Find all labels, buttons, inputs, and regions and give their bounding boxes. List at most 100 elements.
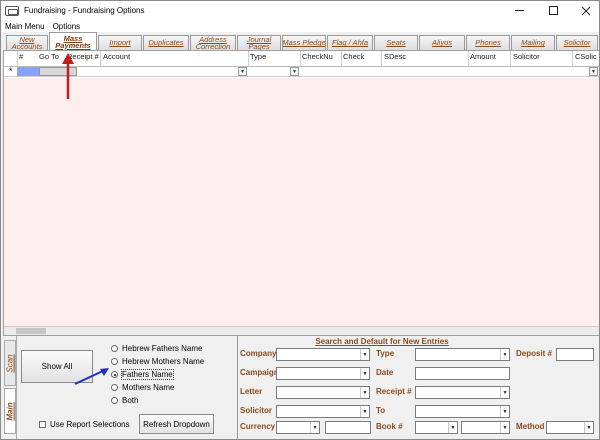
- defaults-panel: Search and Default for New Entries Compa…: [237, 336, 599, 439]
- solicitor-dropdown-arrow[interactable]: ▼: [589, 67, 598, 76]
- tab-main-label: Main: [5, 401, 15, 421]
- date-label: Date: [376, 368, 394, 377]
- close-button[interactable]: [573, 1, 599, 20]
- radio-hebrew-fathers-name[interactable]: Hebrew Fathers Name: [111, 344, 202, 353]
- tab-duplicates[interactable]: Duplicates: [143, 35, 189, 50]
- tab-scan[interactable]: Scan: [4, 340, 16, 386]
- chevron-down-icon: ▼: [360, 406, 369, 417]
- radio-hebrew-mothers-name[interactable]: Hebrew Mothers Name: [111, 357, 204, 366]
- scrollbar-thumb[interactable]: [16, 328, 46, 334]
- tab-address-correction[interactable]: Address Correction: [190, 35, 236, 50]
- type-combo[interactable]: ▼: [415, 348, 510, 361]
- annotation-arrow-red-icon: [62, 53, 74, 99]
- method-combo[interactable]: ▼: [546, 421, 594, 434]
- type-label: Type: [376, 349, 395, 358]
- app-icon: [5, 5, 19, 16]
- chevron-down-icon: ▼: [310, 422, 319, 433]
- horizontal-scrollbar[interactable]: [4, 326, 599, 335]
- grid-body[interactable]: [4, 78, 599, 326]
- letter-combo[interactable]: ▼: [276, 386, 370, 399]
- book-label: Book #: [376, 422, 403, 431]
- company-combo[interactable]: ▼: [276, 348, 370, 361]
- currency-label: Currency: [240, 422, 276, 431]
- tab-mailing[interactable]: Mailing: [511, 35, 555, 50]
- col-csolic[interactable]: CSolic: [575, 52, 597, 61]
- tab-phones[interactable]: Phones: [466, 35, 510, 50]
- campaign-combo[interactable]: ▼: [276, 367, 370, 380]
- chevron-down-icon: ▼: [500, 387, 509, 398]
- maximize-button[interactable]: [540, 1, 566, 20]
- col-type[interactable]: Type: [250, 52, 266, 61]
- col-solicitor[interactable]: Solicitor: [513, 52, 540, 61]
- radio-label: Mothers Name: [122, 383, 175, 392]
- book-combo[interactable]: ▼: [415, 421, 458, 434]
- use-report-selections-checkbox[interactable]: Use Report Selections: [39, 420, 130, 429]
- receipt-label: Receipt #: [376, 387, 412, 396]
- checkbox-icon: [39, 421, 46, 428]
- radio-mothers-name[interactable]: Mothers Name: [111, 383, 174, 392]
- tab-new-accounts[interactable]: New Accounts: [6, 35, 48, 50]
- chevron-down-icon: ▼: [448, 422, 457, 433]
- tab-journal-pages[interactable]: Journal Pages: [237, 35, 281, 50]
- tab-seats[interactable]: Seats: [374, 35, 418, 50]
- app-window: Fundraising - Fundraising Options Main M…: [0, 0, 600, 440]
- chevron-down-icon: ▼: [500, 406, 509, 417]
- radio-both[interactable]: Both: [111, 396, 138, 405]
- to-label: To: [376, 406, 386, 415]
- tab-solicitor[interactable]: Solicitor: [556, 35, 598, 50]
- col-checknu[interactable]: CheckNu: [302, 52, 333, 61]
- to-combo[interactable]: ▼: [415, 405, 510, 418]
- row-selector[interactable]: [17, 67, 39, 76]
- menu-main[interactable]: Main Menu: [1, 22, 49, 31]
- radio-label: Hebrew Fathers Name: [122, 344, 203, 353]
- deposit-label: Deposit #: [516, 349, 553, 358]
- solicitor-label: Solicitor: [240, 406, 273, 415]
- tab-mass-payments[interactable]: Mass Payments: [49, 32, 97, 50]
- menu-options[interactable]: Options: [49, 22, 85, 31]
- window-title: Fundraising - Fundraising Options: [24, 6, 145, 15]
- chevron-down-icon: ▼: [360, 368, 369, 379]
- annotation-arrow-blue-icon: [74, 368, 109, 385]
- col-account[interactable]: Account: [103, 52, 130, 61]
- radio-label: Fathers Name: [121, 369, 174, 380]
- solicitor-combo[interactable]: ▼: [276, 405, 370, 418]
- title-bar: Fundraising - Fundraising Options: [1, 1, 599, 20]
- tab-main[interactable]: Main: [4, 388, 16, 434]
- tab-mass-pledge[interactable]: Mass Pledge: [282, 35, 326, 50]
- side-tab-strip: Scan Main: [3, 336, 17, 439]
- maximize-icon: [548, 6, 558, 15]
- radio-icon: [111, 397, 118, 404]
- tab-aliyos[interactable]: Aliyos: [419, 35, 465, 50]
- col-check[interactable]: Check: [343, 52, 364, 61]
- refresh-dropdown-button[interactable]: Refresh Dropdown: [139, 414, 214, 434]
- date-field[interactable]: [415, 367, 510, 380]
- deposit-field[interactable]: [556, 348, 594, 361]
- col-amount[interactable]: Amount: [470, 52, 496, 61]
- col-sdesc[interactable]: SDesc: [384, 52, 406, 61]
- chevron-down-icon: ▼: [584, 422, 593, 433]
- chevron-down-icon: ▼: [500, 349, 509, 360]
- receipt-combo[interactable]: ▼: [415, 386, 510, 399]
- bottom-panel: Scan Main Show All Hebrew Fathers Name H…: [3, 336, 599, 439]
- type-dropdown-arrow[interactable]: ▼: [290, 67, 299, 76]
- col-go-to[interactable]: Go To: [39, 52, 59, 61]
- minimize-button[interactable]: [506, 1, 532, 20]
- account-dropdown-arrow[interactable]: ▼: [238, 67, 247, 76]
- currency-amount-field[interactable]: [325, 421, 371, 434]
- tab-flag-ahfa[interactable]: Flag / Ahfa: [327, 35, 373, 50]
- campaign-label: Campaign: [240, 368, 279, 377]
- tab-import[interactable]: Import: [98, 35, 142, 50]
- book-range-combo[interactable]: ▼: [461, 421, 510, 434]
- letter-label: Letter: [240, 387, 263, 396]
- payments-grid[interactable]: # Go To Receipt # Account Type CheckNu C…: [3, 50, 599, 336]
- col-number[interactable]: #: [19, 52, 23, 61]
- close-icon: [581, 6, 591, 15]
- currency-combo[interactable]: ▼: [276, 421, 320, 434]
- new-entry-row[interactable]: * ▼ ▼ ▼: [4, 66, 599, 77]
- defaults-title: Search and Default for New Entries: [315, 337, 449, 346]
- chevron-down-icon: ▼: [360, 349, 369, 360]
- new-row-marker: *: [9, 66, 13, 76]
- company-label: Company: [240, 349, 277, 358]
- radio-label: Hebrew Mothers Name: [122, 357, 205, 366]
- radio-fathers-name[interactable]: Fathers Name: [111, 369, 174, 380]
